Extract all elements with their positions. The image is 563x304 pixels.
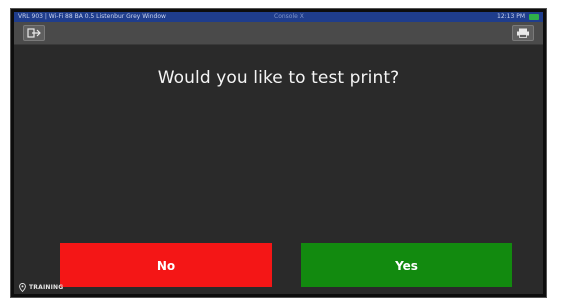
app-window: VRL 903 | Wi-Fi 88 BA 0.5 Listenbur Grey… bbox=[11, 9, 546, 297]
status-center-text: Console X bbox=[274, 13, 304, 20]
no-button[interactable]: No bbox=[60, 243, 272, 287]
dialog-prompt: Would you like to test print? bbox=[157, 68, 400, 88]
exit-button[interactable] bbox=[23, 25, 45, 41]
printer-icon bbox=[517, 28, 529, 38]
exit-icon bbox=[27, 28, 41, 38]
training-mode-indicator: TRAINING bbox=[19, 282, 63, 292]
training-label: TRAINING bbox=[29, 283, 64, 291]
status-left-text: VRL 903 | Wi-Fi 88 BA 0.5 Listenbur Grey… bbox=[18, 13, 166, 20]
system-status-bar: VRL 903 | Wi-Fi 88 BA 0.5 Listenbur Grey… bbox=[14, 12, 543, 22]
status-clock: 12:13 PM bbox=[497, 13, 525, 20]
printer-button[interactable] bbox=[512, 25, 534, 41]
location-pin-icon bbox=[19, 282, 26, 292]
connection-indicator bbox=[529, 14, 539, 20]
top-toolbar bbox=[14, 22, 543, 45]
yes-button[interactable]: Yes bbox=[301, 243, 512, 287]
